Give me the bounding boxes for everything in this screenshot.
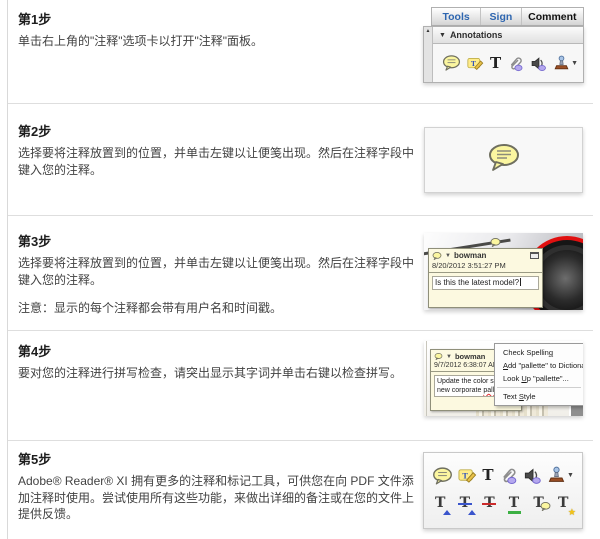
panel-edge — [426, 341, 427, 416]
section-divider — [8, 215, 593, 216]
note-text-input[interactable]: Is this the latest model? — [432, 276, 539, 290]
tab-tools[interactable]: Tools — [432, 8, 482, 25]
record-audio-icon[interactable] — [523, 466, 542, 485]
note-author: bowman — [453, 251, 487, 260]
annotations-header[interactable]: ▼ Annotations — [433, 27, 583, 44]
step-2-section: 第2步 选择要将注释放置到的位置，并单击左键以让便笺出现。然后在注释字段中键入您… — [18, 121, 414, 178]
attach-file-icon[interactable] — [507, 55, 524, 72]
annotation-toolbar: T T ▼ — [433, 44, 583, 82]
note-timestamp: 8/20/2012 3:51:27 PM — [429, 260, 542, 273]
stamp-dropdown-arrow: ▼ — [567, 472, 574, 479]
comment-panel-screenshot: Tools Sign Comment ▲ ▼ Annotations T T ▼ — [423, 7, 584, 83]
step-3-body: 选择要将注释放置到的位置，并单击左键以让便笺出现。然后在注释字段中键入您的注释。 — [18, 256, 415, 287]
context-menu: Check Spelling Add "pallette" to Diction… — [494, 343, 583, 406]
attach-file-icon[interactable] — [499, 466, 518, 485]
step-3-note: 注意：显示的每个注释都会带有用户名和时间戳。 — [18, 301, 283, 315]
left-rule — [7, 0, 8, 539]
sticky-note-icon[interactable] — [442, 55, 461, 71]
note-popup-screenshot: ▼ bowman 8/20/2012 3:51:27 PM Is this th… — [424, 233, 583, 310]
acrobat-tab-bar: Tools Sign Comment — [431, 7, 584, 26]
sticky-note-icon[interactable] — [432, 466, 453, 485]
step-4-body: 要对您的注释进行拼写检查，请突出显示其字词并单击右键以检查拼写。 — [18, 366, 403, 380]
sticky-note-icon — [434, 353, 443, 360]
panel-scrollbar[interactable]: ▲ — [424, 27, 433, 82]
step-2-body: 选择要将注释放置到的位置，并单击左键以让便笺出现。然后在注释字段中键入您的注释。 — [18, 146, 415, 177]
step-4-title: 第4步 — [18, 344, 52, 359]
note-options-arrow[interactable]: ▼ — [445, 253, 451, 259]
sticky-note-screenshot — [424, 127, 583, 193]
stamp-dropdown-arrow: ▼ — [571, 59, 579, 67]
markup-tools-screenshot: T T ▼ T T T T ★ — [423, 452, 583, 529]
menu-item-add-to-dictionary[interactable]: Add "pallette" to Dictionary — [495, 359, 583, 372]
note-text: Is this the latest model? — [435, 278, 520, 287]
add-note-to-text-icon[interactable]: T — [530, 496, 551, 515]
add-text-icon[interactable]: T — [490, 55, 501, 71]
annotations-label: Annotations — [449, 30, 503, 40]
section-divider — [8, 440, 593, 441]
add-text-icon[interactable]: T — [482, 468, 493, 483]
menu-item-check-spelling[interactable]: Check Spelling — [495, 346, 583, 359]
add-stamp-icon[interactable]: ▼ — [553, 55, 578, 72]
annotations-panel: ▲ ▼ Annotations T T ▼ — [423, 26, 584, 83]
highlight-text-icon[interactable]: T — [458, 466, 477, 485]
record-audio-icon[interactable] — [530, 55, 547, 72]
step-3-section: 第3步 选择要将注释放置到的位置，并单击左键以让便笺出现。然后在注释字段中键入您… — [18, 231, 414, 317]
menu-item-text-style[interactable]: Text Style — [495, 390, 583, 403]
spellcheck-screenshot: ▼ bowman 9/7/2012 6:38:07 AM Update the … — [424, 341, 583, 416]
sticky-note-icon[interactable] — [486, 143, 522, 178]
menu-item-look-up[interactable]: Look Up "pallette"... — [495, 372, 583, 385]
tab-comment[interactable]: Comment — [522, 8, 583, 25]
section-divider — [8, 330, 593, 331]
step-5-section: 第5步 Adobe® Reader® XI 拥有更多的注释和标记工具，可供您在向… — [18, 449, 414, 523]
replace-text-icon[interactable]: T — [457, 496, 476, 515]
note-popup: ▼ bowman 8/20/2012 3:51:27 PM Is this th… — [428, 248, 543, 308]
step-5-body: Adobe® Reader® XI 拥有更多的注释和标记工具，可供您在向 PDF… — [18, 474, 415, 521]
tab-sign[interactable]: Sign — [481, 8, 522, 25]
note-options-arrow[interactable]: ▼ — [446, 354, 452, 360]
annotation-toolbar: T T ▼ — [432, 466, 574, 485]
text-markup-toolbar: T T T T T T★ — [432, 496, 576, 517]
step-2-title: 第2步 — [18, 124, 52, 139]
insert-text-icon[interactable]: T — [432, 496, 451, 515]
step-1-title: 第1步 — [18, 12, 52, 27]
add-stamp-icon[interactable]: ▼ — [547, 466, 574, 485]
menu-separator — [497, 387, 581, 388]
text-correction-markup-icon[interactable]: T ★ — [555, 496, 576, 517]
step-1-body: 单击右上角的"注释"选项卡以打开"注释"面板。 — [18, 34, 264, 48]
sticky-note-icon — [432, 251, 442, 260]
chevron-down-icon: ▼ — [439, 31, 446, 39]
step-1-section: 第1步 单击右上角的"注释"选项卡以打开"注释"面板。 — [18, 9, 414, 50]
highlight-text-icon[interactable]: T — [467, 55, 484, 72]
text-cursor — [520, 278, 522, 286]
step-4-section: 第4步 要对您的注释进行拼写检查，请突出显示其字词并单击右键以检查拼写。 — [18, 341, 414, 382]
tutorial-page: 第1步 单击右上角的"注释"选项卡以打开"注释"面板。 Tools Sign C… — [0, 0, 600, 539]
underline-text-icon[interactable]: T — [506, 496, 525, 515]
section-divider — [8, 103, 593, 104]
strikethrough-text-icon[interactable]: T — [481, 496, 500, 515]
step-3-title: 第3步 — [18, 234, 52, 249]
minimize-icon[interactable] — [530, 252, 539, 259]
step-5-title: 第5步 — [18, 452, 52, 467]
